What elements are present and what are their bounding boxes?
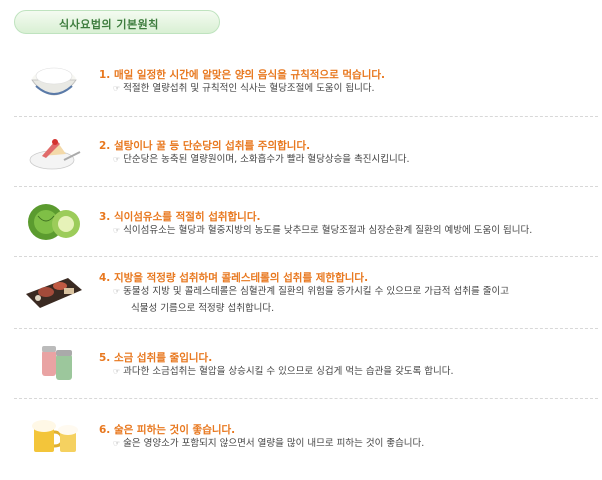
rice-bowl-icon: [24, 58, 84, 106]
meat-grill-icon: [24, 264, 84, 312]
item-description: ☞ 동물성 지방 및 콜레스테롤은 심혈관계 질환의 위험을 증가시킬 수 있으므…: [113, 283, 509, 317]
bullet-arrow-icon: ☞: [113, 226, 121, 235]
item-description: ☞ 식이섬유소는 혈당과 혈중지방의 농도를 낮추므로 혈당조절과 심장순환계 질…: [113, 225, 533, 236]
cabbage-icon: [24, 196, 84, 244]
bullet-arrow-icon: ☞: [113, 287, 121, 296]
cake-icon: [24, 126, 84, 174]
bullet-arrow-icon: ☞: [113, 155, 121, 164]
item-description-line2: 식물성 기름으로 적정량 섭취합니다.: [131, 303, 275, 314]
divider: [14, 186, 598, 187]
item-description: ☞ 단순당은 농축된 열량원이며, 소화흡수가 빨라 혈당상승을 촉진시킵니다.: [113, 154, 410, 165]
salt-shaker-icon: [24, 338, 84, 386]
section-title: 식사요법의 기본원칙: [59, 18, 159, 31]
item-description: ☞ 과다한 소금섭취는 혈압을 상승시킬 수 있으므로 싱겁게 먹는 습관을 갖도…: [113, 366, 454, 377]
bullet-arrow-icon: ☞: [113, 84, 121, 93]
bullet-arrow-icon: ☞: [113, 439, 121, 448]
divider: [14, 256, 598, 257]
item-description: ☞ 적절한 열량섭취 및 규칙적인 식사는 혈당조절에 도움이 됩니다.: [113, 83, 375, 94]
item-description: ☞ 술은 영양소가 포함되지 않으면서 열량을 많이 내므로 피하는 것이 좋습니…: [113, 438, 425, 449]
divider: [14, 328, 598, 329]
section-title-pill: 식사요법의 기본원칙: [14, 10, 220, 34]
beer-mug-icon: [24, 410, 84, 458]
divider: [14, 116, 598, 117]
bullet-arrow-icon: ☞: [113, 367, 121, 376]
divider: [14, 398, 598, 399]
